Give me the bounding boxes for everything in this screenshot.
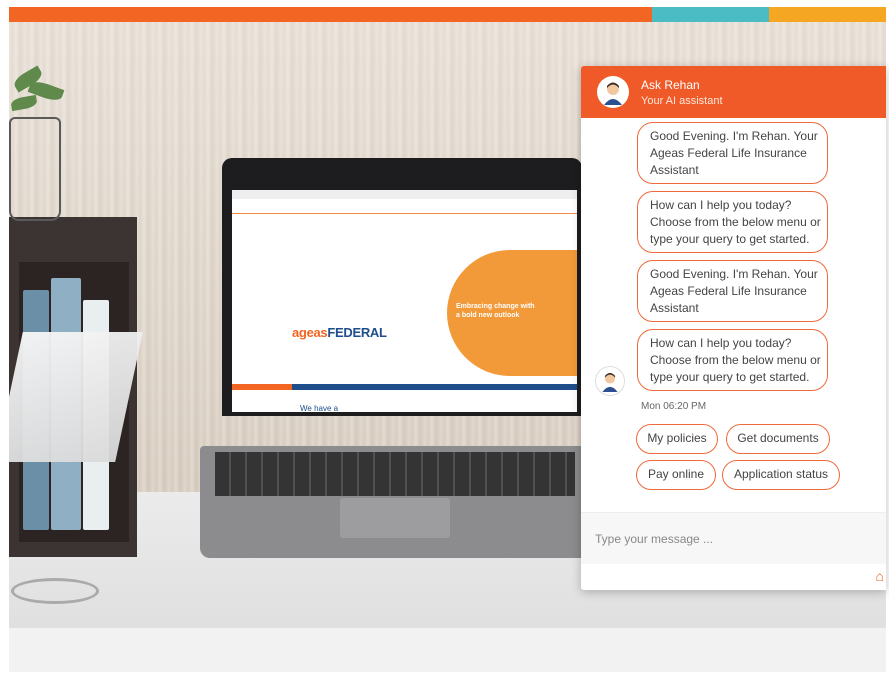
quick-reply-get-documents[interactable]: Get documents [726,424,830,454]
screen-we-have-text: We have a [300,404,339,412]
plant-pot [9,117,61,221]
screen-site-nav [232,199,577,214]
bot-message: Good Evening. I'm Rehan. Your Ageas Fede… [637,122,828,184]
chat-widget: Ask Rehan Your AI assistant Good Evening… [581,66,886,590]
home-icon[interactable]: ⌂ [876,568,884,584]
stripe-yellow [769,7,886,22]
bot-message: How can I help you today? Choose from th… [637,329,828,391]
bot-message: Good Evening. I'm Rehan. Your Ageas Fede… [637,260,828,322]
screen-hero-text: Embracing change with a bold new outlook [456,303,535,319]
agent-avatar-icon [597,76,629,108]
chat-input-bar [581,512,886,565]
chat-header: Ask Rehan Your AI assistant [581,66,886,118]
chat-footer: ⌂ [581,564,886,590]
message-input[interactable] [593,527,857,551]
screen-logo: ageasFEDERAL [292,325,387,340]
screen-logo-part1: ageas [292,325,328,340]
screen-browser-bar [232,190,577,199]
stripe-orange [9,7,652,22]
chat-subtitle: Your AI assistant [641,95,723,107]
screen-orange-bar [232,384,292,390]
desk-edge [9,628,886,672]
stripe-teal [652,7,769,22]
laptop-touchpad [340,498,450,538]
bot-message: How can I help you today? Choose from th… [637,191,828,253]
coaster [11,578,99,604]
screen-logo-part2: FEDERAL [327,325,387,340]
top-color-stripe [9,7,886,22]
quick-reply-application-status[interactable]: Application status [722,460,840,490]
quick-reply-pay-online[interactable]: Pay online [636,460,716,490]
laptop-keyboard [215,452,575,496]
chat-title: Ask Rehan [641,78,700,92]
quick-reply-my-policies[interactable]: My policies [636,424,718,454]
message-timestamp: Mon 06:20 PM [641,401,707,412]
bot-avatar-icon [595,366,625,396]
laptop-screen: ageasFEDERAL Embracing change with a bol… [232,190,577,412]
